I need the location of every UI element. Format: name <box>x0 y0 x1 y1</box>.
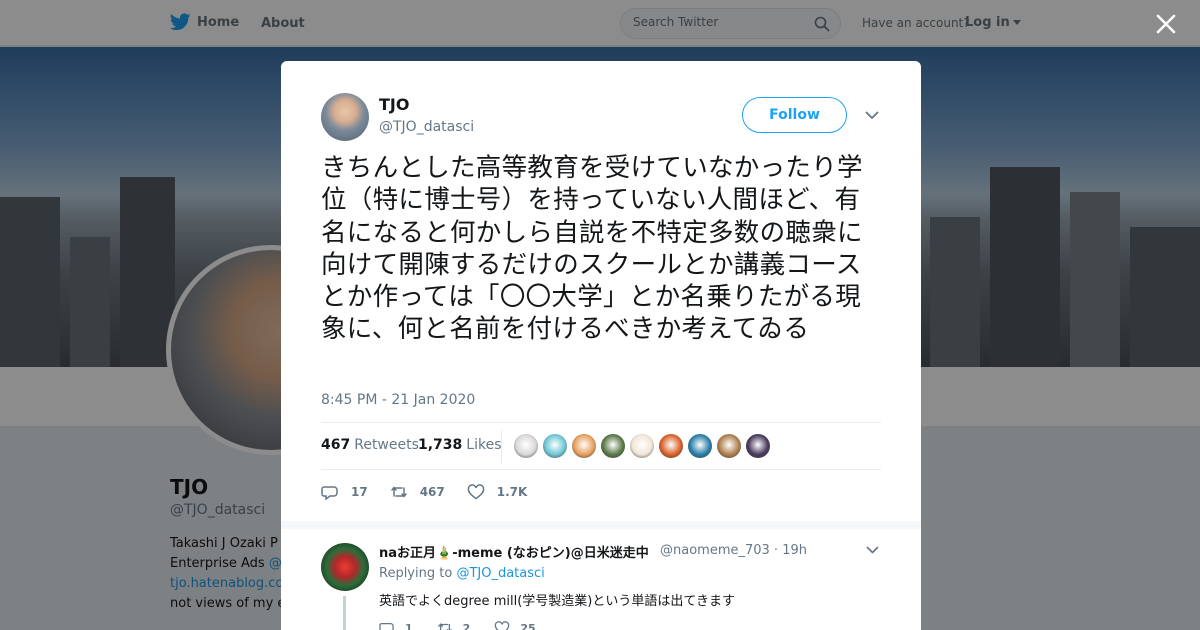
liker-avatar[interactable] <box>543 434 567 458</box>
author-name[interactable]: TJO <box>379 95 409 114</box>
liker-avatar[interactable] <box>630 434 654 458</box>
retweets-count: 467 <box>321 437 351 453</box>
reply-count: 1 <box>405 621 413 630</box>
heart-icon <box>467 484 485 500</box>
liker-avatar[interactable] <box>688 434 712 458</box>
liker-avatar[interactable] <box>659 434 683 458</box>
retweet-count: 2 <box>462 621 471 630</box>
retweet-count: 467 <box>419 485 445 499</box>
retweet-icon <box>437 623 452 630</box>
reply-text: 英語でよくdegree mill(学号製造業)という単語は出てきます <box>379 594 735 609</box>
liker-avatar[interactable] <box>601 434 625 458</box>
liker-avatar[interactable] <box>514 434 538 458</box>
reply-author-name[interactable]: naお正月🎍-meme (なおピン)@日米迷走中 <box>379 542 649 561</box>
thread-line <box>343 596 346 630</box>
likes-stat[interactable]: 1,738 Likes <box>418 437 502 453</box>
reply-icon <box>379 622 394 630</box>
reply-action[interactable]: 1 <box>379 621 413 630</box>
tweet-timestamp[interactable]: 8:45 PM - 21 Jan 2020 <box>321 392 475 408</box>
liker-avatars <box>514 434 775 458</box>
liker-avatar[interactable] <box>746 434 770 458</box>
retweets-stat[interactable]: 467 Retweets <box>321 437 419 453</box>
retweet-action[interactable]: 2 <box>437 621 471 630</box>
reply-icon <box>321 486 338 500</box>
reply-actions: 1 2 25 <box>379 621 560 630</box>
heart-icon <box>495 621 510 630</box>
reply-tweet[interactable]: naお正月🎍-meme (なおピン)@日米迷走中 @naomeme_703 · … <box>281 531 921 630</box>
replies-separator <box>281 521 921 529</box>
like-action[interactable]: 1.7K <box>467 484 528 500</box>
retweet-action[interactable]: 467 <box>390 484 445 500</box>
reply-author-avatar[interactable] <box>321 543 369 591</box>
like-count: 25 <box>520 621 536 630</box>
author-avatar[interactable] <box>321 93 369 141</box>
reply-count: 17 <box>351 485 368 499</box>
author-handle[interactable]: @TJO_datasci <box>379 119 474 135</box>
liker-avatar[interactable] <box>717 434 741 458</box>
replying-to-prefix: Replying to <box>379 566 457 581</box>
tweet-modal: TJO @TJO_datasci Follow きちんとした高等教育を受けていな… <box>281 61 921 630</box>
likes-label: Likes <box>466 437 502 453</box>
replying-to-link[interactable]: @TJO_datasci <box>456 566 544 581</box>
like-count: 1.7K <box>496 485 528 499</box>
tweet-stats-bar: 467 Retweets 1,738 Likes <box>321 422 881 470</box>
retweet-icon <box>390 486 407 498</box>
replying-to: Replying to @TJO_datasci <box>379 566 545 581</box>
likes-count: 1,738 <box>418 437 463 453</box>
chevron-down-icon[interactable] <box>866 545 879 555</box>
tweet-actions: 17 467 1.7K <box>321 480 549 504</box>
follow-button[interactable]: Follow <box>742 97 847 133</box>
stats-divider <box>501 430 502 464</box>
tweet-text: きちんとした高等教育を受けていなかったり学位（特に博士号）を持っていない人間ほど… <box>321 153 863 345</box>
close-icon[interactable] <box>1156 14 1176 34</box>
chevron-down-icon[interactable] <box>865 109 879 121</box>
liker-avatar[interactable] <box>572 434 596 458</box>
reply-author-handle-time[interactable]: @naomeme_703 · 19h <box>660 543 807 558</box>
like-action[interactable]: 25 <box>494 621 536 630</box>
retweets-label: Retweets <box>354 437 419 453</box>
reply-action[interactable]: 17 <box>321 484 368 500</box>
